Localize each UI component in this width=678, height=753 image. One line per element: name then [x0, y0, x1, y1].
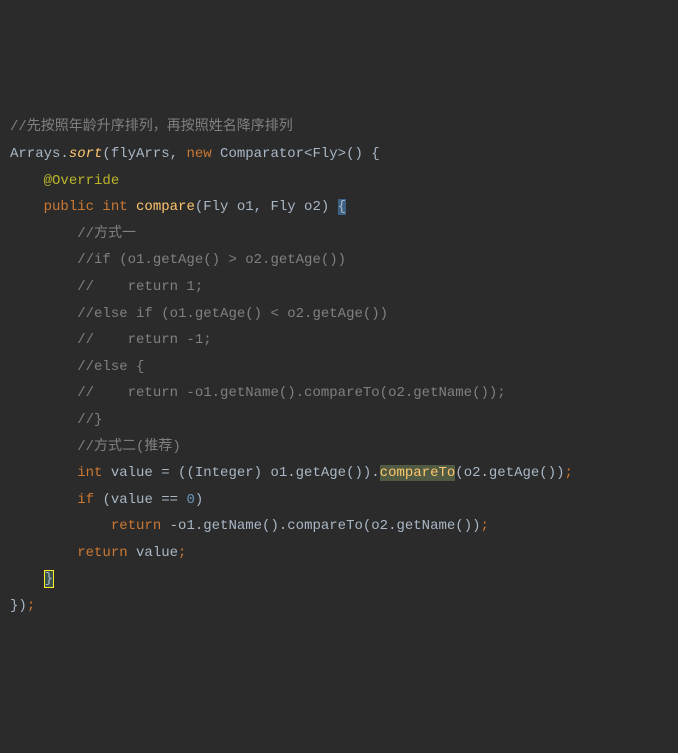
code-line: //}	[10, 407, 668, 434]
code-line: //方式二(推荐)	[10, 434, 668, 461]
method-call: sort	[69, 146, 103, 162]
code-line: return -o1.getName().compareTo(o2.getNam…	[10, 513, 668, 540]
keyword-new: new	[186, 146, 220, 162]
code-line: }	[10, 566, 668, 593]
code-line: // return 1;	[10, 274, 668, 301]
keyword-return: return	[111, 518, 170, 534]
highlight-compareto: compareTo	[380, 465, 456, 481]
number-zero: 0	[186, 492, 194, 508]
method-compare: compare	[136, 199, 195, 215]
comment: //先按照年龄升序排列，再按照姓名降序排列	[10, 119, 293, 135]
keyword-int: int	[102, 199, 136, 215]
code-line: // return -1;	[10, 327, 668, 354]
code-line: if (value == 0)	[10, 487, 668, 514]
keyword-if: if	[77, 492, 102, 508]
keyword-public: public	[44, 199, 103, 215]
code-line: public int compare(Fly o1, Fly o2) {	[10, 194, 668, 221]
code-line: //先按照年龄升序排列，再按照姓名降序排列	[10, 114, 668, 141]
code-line: //else {	[10, 354, 668, 381]
comment: //}	[77, 412, 102, 428]
code-line: //else if (o1.getAge() < o2.getAge())	[10, 301, 668, 328]
code-line: });	[10, 593, 668, 620]
comment: // return 1;	[77, 279, 203, 295]
keyword-int: int	[77, 465, 111, 481]
code-line: @Override	[10, 168, 668, 195]
code-line: // return -o1.getName().compareTo(o2.get…	[10, 380, 668, 407]
code-line: //方式一	[10, 221, 668, 248]
code-line: //if (o1.getAge() > o2.getAge())	[10, 247, 668, 274]
keyword-return: return	[77, 545, 136, 561]
annotation-override: @Override	[44, 173, 120, 189]
comment: //方式一	[77, 226, 136, 242]
comment: //else if (o1.getAge() < o2.getAge())	[77, 306, 388, 322]
code-editor[interactable]: //先按照年龄升序排列，再按照姓名降序排列 Arrays.sort(flyArrs…	[10, 114, 668, 619]
comment: // return -o1.getName().compareTo(o2.get…	[77, 385, 505, 401]
open-brace-cursor: {	[338, 199, 346, 215]
code-line: Arrays.sort(flyArrs, new Comparator<Fly>…	[10, 141, 668, 168]
code-line: return value;	[10, 540, 668, 567]
comment: //if (o1.getAge() > o2.getAge())	[77, 252, 346, 268]
comment: // return -1;	[77, 332, 211, 348]
comment: //else {	[77, 359, 144, 375]
code-line: int value = ((Integer) o1.getAge()).comp…	[10, 460, 668, 487]
close-brace-match: }	[44, 570, 54, 588]
comment: //方式二(推荐)	[77, 439, 181, 455]
